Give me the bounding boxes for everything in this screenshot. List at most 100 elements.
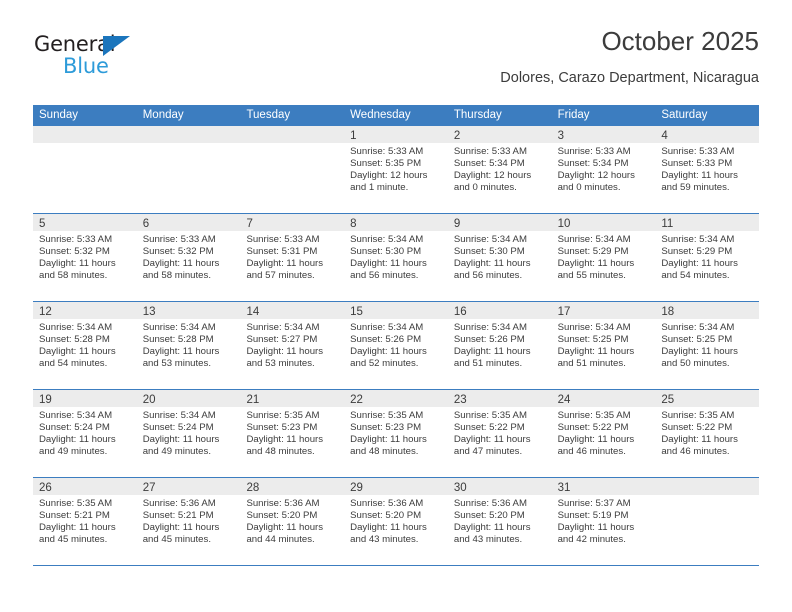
sunrise-text: Sunrise: 5:35 AM xyxy=(39,498,113,509)
day-cell[interactable]: 1 Sunrise: 5:33 AM Sunset: 5:35 PM Dayli… xyxy=(344,126,448,213)
daylight-text-line1: Daylight: 12 hours xyxy=(453,170,532,182)
day-number: 16 xyxy=(453,306,467,318)
sunset-text: Sunset: 5:31 PM xyxy=(246,246,318,258)
day-cell[interactable]: 30 Sunrise: 5:36 AM Sunset: 5:20 PM Dayl… xyxy=(447,478,552,565)
day-number: 11 xyxy=(661,218,674,230)
day-cell[interactable]: 6 Sunrise: 5:33 AM Sunset: 5:32 PM Dayli… xyxy=(136,214,241,301)
day-number: 23 xyxy=(453,394,467,406)
day-number-band: 2 xyxy=(447,126,552,143)
day-cell[interactable]: 10 Sunrise: 5:34 AM Sunset: 5:29 PM Dayl… xyxy=(551,214,656,301)
page-title: October 2025 xyxy=(601,26,759,56)
generalblue-logo[interactable]: General Blue xyxy=(33,32,213,88)
day-number-band xyxy=(655,478,760,495)
day-number: 4 xyxy=(661,130,668,142)
day-cell[interactable]: 25 Sunrise: 5:35 AM Sunset: 5:22 PM Dayl… xyxy=(655,390,760,477)
daylight-text-line2: and 43 minutes. xyxy=(350,534,419,546)
day-cell[interactable]: 24 Sunrise: 5:35 AM Sunset: 5:22 PM Dayl… xyxy=(551,390,656,477)
daylight-text-line2: and 45 minutes. xyxy=(142,534,211,546)
daylight-text-line1: Daylight: 11 hours xyxy=(142,522,220,534)
sunset-text: Sunset: 5:22 PM xyxy=(661,422,733,434)
day-cell[interactable]: 18 Sunrise: 5:34 AM Sunset: 5:25 PM Dayl… xyxy=(655,302,760,389)
day-cell[interactable]: 4 Sunrise: 5:33 AM Sunset: 5:33 PM Dayli… xyxy=(655,126,760,213)
daylight-text-line2: and 0 minutes. xyxy=(453,182,517,194)
day-cell[interactable]: 27 Sunrise: 5:36 AM Sunset: 5:21 PM Dayl… xyxy=(136,478,241,565)
day-details: Sunrise: 5:37 AM Sunset: 5:19 PM Dayligh… xyxy=(552,495,656,546)
daylight-text-line1: Daylight: 11 hours xyxy=(557,258,635,270)
daylight-text-line2: and 59 minutes. xyxy=(661,182,730,194)
day-cell[interactable]: 31 Sunrise: 5:37 AM Sunset: 5:19 PM Dayl… xyxy=(551,478,656,565)
daylight-text-line2: and 49 minutes. xyxy=(142,446,211,458)
day-number: 17 xyxy=(557,306,571,318)
sunrise-text: Sunrise: 5:34 AM xyxy=(453,234,527,245)
day-number-band: 10 xyxy=(551,214,656,231)
sunset-text: Sunset: 5:20 PM xyxy=(246,510,318,522)
sunrise-text: Sunrise: 5:34 AM xyxy=(39,322,113,333)
sunrise-text: Sunrise: 5:34 AM xyxy=(557,322,631,333)
day-details: Sunrise: 5:34 AM Sunset: 5:29 PM Dayligh… xyxy=(655,231,759,282)
day-cell[interactable]: 21 Sunrise: 5:35 AM Sunset: 5:23 PM Dayl… xyxy=(240,390,345,477)
daylight-text-line2: and 46 minutes. xyxy=(661,446,730,458)
sunset-text: Sunset: 5:28 PM xyxy=(39,334,110,346)
sunrise-text: Sunrise: 5:33 AM xyxy=(661,146,735,157)
day-cell[interactable]: 12 Sunrise: 5:34 AM Sunset: 5:28 PM Dayl… xyxy=(33,302,137,389)
weekday-header-wednesday: Wednesday xyxy=(350,109,411,121)
day-details: Sunrise: 5:35 AM Sunset: 5:22 PM Dayligh… xyxy=(448,407,552,458)
day-number-band: 30 xyxy=(447,478,552,495)
sunrise-text: Sunrise: 5:34 AM xyxy=(350,234,424,245)
day-cell xyxy=(655,478,760,565)
day-cell[interactable]: 9 Sunrise: 5:34 AM Sunset: 5:30 PM Dayli… xyxy=(447,214,552,301)
daylight-text-line2: and 48 minutes. xyxy=(246,446,315,458)
daylight-text-line2: and 51 minutes. xyxy=(557,358,626,370)
sunset-text: Sunset: 5:26 PM xyxy=(350,334,422,346)
day-cell[interactable]: 29 Sunrise: 5:36 AM Sunset: 5:20 PM Dayl… xyxy=(344,478,448,565)
page-subtitle: Dolores, Carazo Department, Nicaragua xyxy=(500,70,759,86)
sunrise-text: Sunrise: 5:35 AM xyxy=(557,410,631,421)
sunset-text: Sunset: 5:32 PM xyxy=(142,246,214,258)
daylight-text-line2: and 49 minutes. xyxy=(39,446,108,458)
day-number-band: 21 xyxy=(240,390,345,407)
day-cell[interactable]: 20 Sunrise: 5:34 AM Sunset: 5:24 PM Dayl… xyxy=(136,390,241,477)
daylight-text-line1: Daylight: 11 hours xyxy=(39,434,116,446)
page-header: General Blue October 2025 Dolores, Caraz… xyxy=(33,26,759,98)
day-number-band: 8 xyxy=(344,214,448,231)
day-cell[interactable]: 11 Sunrise: 5:34 AM Sunset: 5:29 PM Dayl… xyxy=(655,214,760,301)
day-details: Sunrise: 5:36 AM Sunset: 5:20 PM Dayligh… xyxy=(448,495,552,546)
day-cell[interactable]: 8 Sunrise: 5:34 AM Sunset: 5:30 PM Dayli… xyxy=(344,214,448,301)
day-cell[interactable]: 19 Sunrise: 5:34 AM Sunset: 5:24 PM Dayl… xyxy=(33,390,137,477)
week-row: 12 Sunrise: 5:34 AM Sunset: 5:28 PM Dayl… xyxy=(33,302,760,390)
day-number: 5 xyxy=(39,218,46,230)
daylight-text-line1: Daylight: 11 hours xyxy=(453,346,531,358)
day-cell[interactable]: 16 Sunrise: 5:34 AM Sunset: 5:26 PM Dayl… xyxy=(447,302,552,389)
day-cell[interactable]: 5 Sunrise: 5:33 AM Sunset: 5:32 PM Dayli… xyxy=(33,214,137,301)
day-cell[interactable]: 15 Sunrise: 5:34 AM Sunset: 5:26 PM Dayl… xyxy=(344,302,448,389)
day-number: 3 xyxy=(557,130,564,142)
day-cell[interactable]: 23 Sunrise: 5:35 AM Sunset: 5:22 PM Dayl… xyxy=(447,390,552,477)
day-cell[interactable]: 17 Sunrise: 5:34 AM Sunset: 5:25 PM Dayl… xyxy=(551,302,656,389)
day-number: 12 xyxy=(39,306,52,318)
day-cell[interactable]: 3 Sunrise: 5:33 AM Sunset: 5:34 PM Dayli… xyxy=(551,126,656,213)
day-number: 25 xyxy=(661,394,675,406)
sunset-text: Sunset: 5:32 PM xyxy=(39,246,110,258)
day-number-band: 19 xyxy=(33,390,137,407)
day-cell[interactable]: 2 Sunrise: 5:33 AM Sunset: 5:34 PM Dayli… xyxy=(447,126,552,213)
day-details: Sunrise: 5:34 AM Sunset: 5:25 PM Dayligh… xyxy=(655,319,759,370)
day-cell[interactable]: 26 Sunrise: 5:35 AM Sunset: 5:21 PM Dayl… xyxy=(33,478,137,565)
daylight-text-line1: Daylight: 11 hours xyxy=(39,522,116,534)
day-cell[interactable]: 14 Sunrise: 5:34 AM Sunset: 5:27 PM Dayl… xyxy=(240,302,345,389)
sunrise-text: Sunrise: 5:36 AM xyxy=(350,498,424,509)
day-cell[interactable]: 22 Sunrise: 5:35 AM Sunset: 5:23 PM Dayl… xyxy=(344,390,448,477)
daylight-text-line1: Daylight: 11 hours xyxy=(661,170,738,182)
week-row: 1 Sunrise: 5:33 AM Sunset: 5:35 PM Dayli… xyxy=(33,126,760,214)
day-cell[interactable]: 13 Sunrise: 5:34 AM Sunset: 5:28 PM Dayl… xyxy=(136,302,241,389)
day-number: 31 xyxy=(557,482,571,494)
day-cell[interactable]: 7 Sunrise: 5:33 AM Sunset: 5:31 PM Dayli… xyxy=(240,214,345,301)
daylight-text-line1: Daylight: 11 hours xyxy=(350,434,427,446)
day-cell[interactable]: 28 Sunrise: 5:36 AM Sunset: 5:20 PM Dayl… xyxy=(240,478,345,565)
day-number: 20 xyxy=(142,394,156,406)
week-row: 26 Sunrise: 5:35 AM Sunset: 5:21 PM Dayl… xyxy=(33,478,760,566)
daylight-text-line1: Daylight: 11 hours xyxy=(557,522,635,534)
day-details: Sunrise: 5:33 AM Sunset: 5:33 PM Dayligh… xyxy=(655,143,759,194)
weekday-header-thursday: Thursday xyxy=(453,109,502,121)
sunrise-text: Sunrise: 5:36 AM xyxy=(246,498,320,509)
day-number: 26 xyxy=(39,482,52,494)
